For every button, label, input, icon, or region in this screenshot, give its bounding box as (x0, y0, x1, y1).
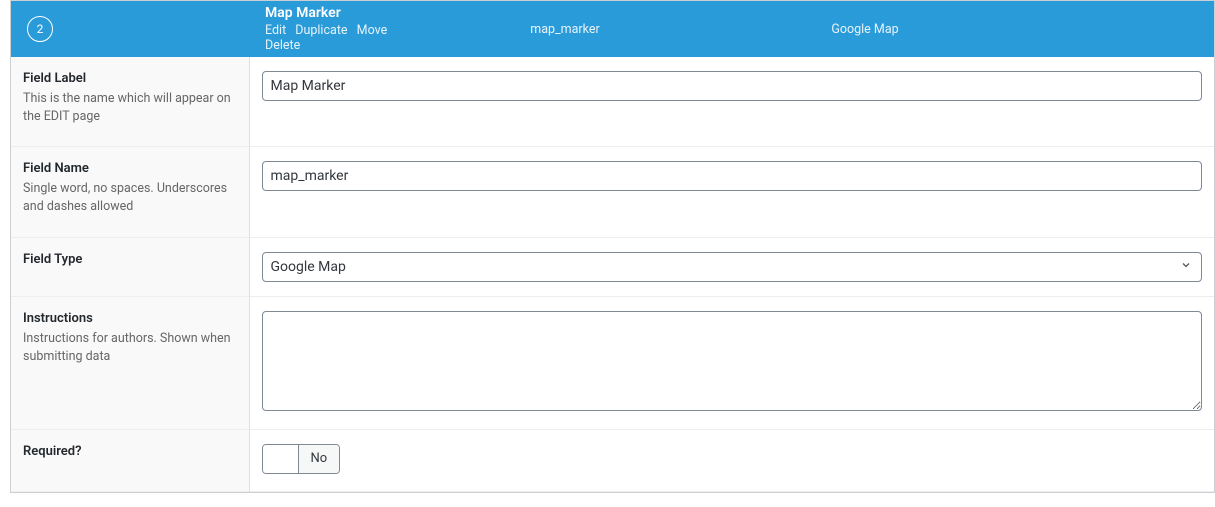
field-name-input[interactable] (262, 161, 1203, 191)
toggle-switch-track (263, 445, 299, 473)
required-toggle[interactable]: No (262, 444, 341, 474)
field-label-desc: This is the name which will appear on th… (23, 90, 237, 126)
instructions-textarea[interactable] (262, 311, 1203, 411)
move-link[interactable]: Move (357, 23, 388, 38)
header-field-type: Google Map (715, 22, 1015, 37)
instructions-title: Instructions (23, 311, 237, 326)
required-title: Required? (23, 444, 237, 459)
field-label-title: Field Label (23, 71, 237, 86)
field-name-title: Field Name (23, 161, 237, 176)
header-field-label: Map Marker (265, 5, 415, 21)
header-row-actions: Edit Duplicate Move Delete (265, 23, 415, 53)
field-order-number: 2 (37, 22, 44, 36)
edit-link[interactable]: Edit (265, 23, 286, 38)
delete-link[interactable]: Delete (265, 38, 300, 53)
field-order-badge: 2 (27, 16, 53, 42)
instructions-desc: Instructions for authors. Shown when sub… (23, 330, 237, 366)
field-name-desc: Single word, no spaces. Underscores and … (23, 180, 237, 216)
field-type-title: Field Type (23, 252, 237, 267)
field-label-input[interactable] (262, 71, 1203, 101)
duplicate-link[interactable]: Duplicate (295, 23, 347, 38)
field-header[interactable]: 2 Map Marker Edit Duplicate Move Delete … (11, 1, 1214, 57)
field-type-select[interactable]: Google Map (262, 252, 1203, 282)
required-toggle-label: No (299, 445, 340, 473)
header-field-name: map_marker (415, 22, 715, 37)
